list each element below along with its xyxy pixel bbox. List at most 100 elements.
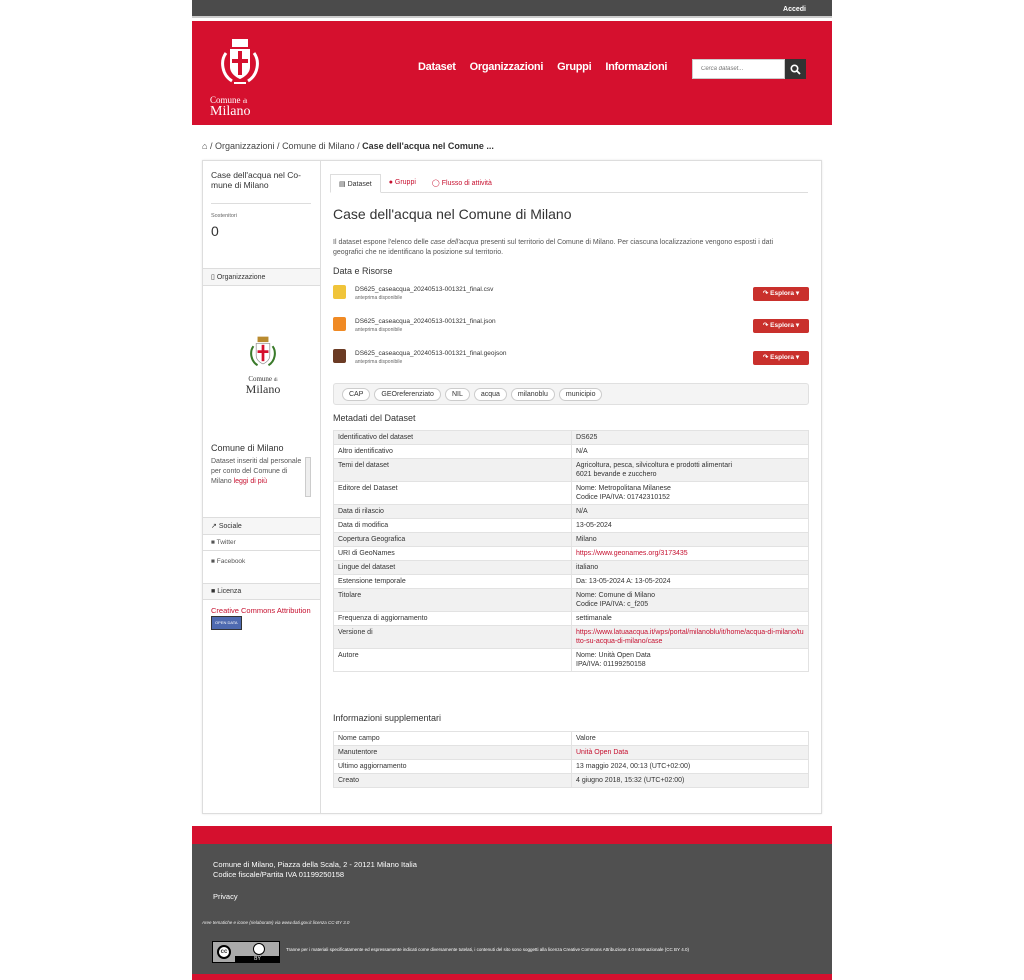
- csv-file-icon: [333, 285, 346, 299]
- nav-gruppi[interactable]: Gruppi: [557, 61, 592, 73]
- breadcrumb-sep: /: [357, 141, 360, 151]
- tab-dataset-label: Dataset: [347, 181, 372, 188]
- privacy-link[interactable]: Privacy: [213, 892, 238, 902]
- table-row: Creato 4 giugno 2018, 15:32 (UTC+02:00): [333, 773, 809, 788]
- breadcrumb-organizzazioni[interactable]: Organizzazioni: [215, 141, 275, 151]
- geonames-link[interactable]: https://www.geonames.org/3173435: [576, 550, 688, 557]
- tag[interactable]: GEOreferenziato: [374, 388, 441, 401]
- breadcrumb-current[interactable]: Case dell'acqua nel Comune ...: [362, 141, 494, 151]
- explore-button[interactable]: ↷ Esplora ▾: [753, 319, 809, 333]
- resource-item[interactable]: DS625_caseacqua_20240513-001321_final.js…: [333, 317, 809, 337]
- table-row: Estensione temporale Da: 13-05-2024 A: 13…: [333, 574, 809, 589]
- resources-title: Data e Risorse: [333, 266, 393, 276]
- organization-logo[interactable]: Comune di Milano: [233, 333, 293, 395]
- description-scrollbar[interactable]: [305, 457, 311, 497]
- meta-key: Estensione temporale: [333, 574, 572, 589]
- masthead: Comune di Milano Dataset Organizzazioni …: [192, 21, 832, 125]
- resource-name[interactable]: DS625_caseacqua_20240513-001321_final.js…: [355, 318, 496, 325]
- explore-label: Esplora: [770, 354, 795, 361]
- dataset-tabs: ▤ Dataset ● Gruppi ◯ Flusso di attività: [330, 174, 808, 193]
- search-button[interactable]: [785, 59, 806, 79]
- meta-key: Titolare: [333, 588, 572, 612]
- users-icon: ●: [388, 179, 393, 186]
- tag[interactable]: NIL: [444, 388, 470, 401]
- nav-organizzazioni[interactable]: Organizzazioni: [470, 61, 544, 73]
- sitemap-icon: ▤: [339, 181, 346, 188]
- table-row: Frequenza di aggiornamento settimanale: [333, 611, 809, 626]
- resource-item[interactable]: DS625_caseacqua_20240513-001321_final.cs…: [333, 285, 809, 305]
- social-header-label: Sociale: [218, 523, 242, 530]
- meta-value: italiano: [571, 560, 809, 575]
- resource-name[interactable]: DS625_caseacqua_20240513-001321_final.cs…: [355, 286, 493, 293]
- meta-key: Altro identificativo: [333, 444, 572, 459]
- meta-key: Data di rilascio: [333, 504, 572, 519]
- license-note: Tranne per i materiali specificatamente …: [286, 947, 689, 952]
- cc-by-badge[interactable]: cc BY: [212, 941, 280, 963]
- nav-dataset[interactable]: Dataset: [418, 61, 456, 73]
- extra-info-title: Informazioni supplementari: [333, 713, 442, 723]
- building-icon: ▯: [211, 274, 215, 281]
- meta-value: Nome: Comune di Milano Codice IPA/IVA: c_…: [571, 588, 809, 612]
- meta-value-line: Codice IPA/IVA: c_f205: [576, 601, 649, 608]
- table-row: Lingue del dataset italiano: [333, 560, 809, 575]
- license-link[interactable]: Creative Commons Attribution: [211, 606, 311, 615]
- tab-gruppi[interactable]: ● Gruppi: [381, 174, 424, 193]
- tag[interactable]: milanoblu: [510, 388, 555, 401]
- description-part1: Il dataset espone l'elenco delle: [333, 239, 431, 246]
- meta-value: N/A: [571, 444, 809, 459]
- footer: Comune di Milano, Piazza della Scala, 2 …: [192, 826, 832, 980]
- organization-description: Dataset inseriti dal personale per conto…: [211, 457, 303, 487]
- facebook-label: Facebook: [216, 558, 246, 565]
- main-nav: Dataset Organizzazioni Gruppi Informazio…: [418, 61, 667, 73]
- breadcrumb-org-name[interactable]: Comune di Milano: [282, 141, 355, 151]
- open-data-badge[interactable]: OPEN DATA: [211, 616, 242, 630]
- table-row: Copertura Geografica Milano: [333, 532, 809, 547]
- meta-value: https://www.latuaacqua.it/wps/portal/mil…: [571, 625, 809, 649]
- tab-flusso[interactable]: ◯ Flusso di attività: [424, 174, 500, 193]
- meta-key: Frequenza di aggiornamento: [333, 611, 572, 626]
- extra-value: Unità Open Data: [571, 745, 809, 760]
- explore-button[interactable]: ↷ Esplora ▾: [753, 287, 809, 301]
- coat-of-arms-icon: [250, 336, 276, 367]
- meta-value: Nome: Unità Open Data IPA/IVA: 0119925015…: [571, 648, 809, 672]
- share-icon: ↷: [762, 354, 769, 361]
- site-logo[interactable]: Comune di Milano: [210, 37, 270, 119]
- resource-name[interactable]: DS625_caseacqua_20240513-001321_final.ge…: [355, 350, 506, 357]
- resource-subtitle: anteprima disponibile: [355, 327, 403, 333]
- search-icon: [790, 63, 801, 75]
- table-row: Autore Nome: Unità Open Data IPA/IVA: 0119…: [333, 648, 809, 672]
- home-icon[interactable]: ⌂: [202, 141, 207, 151]
- meta-value: DS625: [571, 430, 809, 445]
- cc-icon: cc: [217, 945, 231, 959]
- lock-icon: ■: [211, 588, 216, 595]
- metadata-table: Identificativo del dataset DS625 Altro id…: [333, 430, 809, 672]
- resource-item[interactable]: DS625_caseacqua_20240513-001321_final.ge…: [333, 349, 809, 369]
- meta-key: Editore del Dataset: [333, 481, 572, 505]
- meta-value-line: Agricoltura, pesca, silvicoltura e prodo…: [576, 462, 733, 469]
- tag[interactable]: acqua: [473, 388, 507, 401]
- twitter-link[interactable]: ■ Twitter: [211, 539, 236, 546]
- tag[interactable]: municipio: [558, 388, 603, 401]
- nav-informazioni[interactable]: Informazioni: [605, 61, 667, 73]
- followers-label: Sostenitori: [211, 213, 237, 219]
- top-bar: Accedi: [192, 0, 832, 18]
- version-link[interactable]: https://www.latuaacqua.it/wps/portal/mil…: [576, 629, 804, 645]
- extra-key: Nome campo: [333, 731, 572, 746]
- login-link[interactable]: Accedi: [783, 6, 806, 13]
- explore-button[interactable]: ↷ Esplora ▾: [753, 351, 809, 365]
- license-header-label: Licenza: [217, 588, 242, 595]
- facebook-link[interactable]: ■ Facebook: [211, 558, 245, 565]
- explore-label: Esplora: [770, 290, 795, 297]
- meta-key: Autore: [333, 648, 572, 672]
- maintainer-link[interactable]: Unità Open Data: [576, 749, 628, 756]
- search-input[interactable]: [692, 59, 785, 79]
- meta-key: Versione di: [333, 625, 572, 649]
- twitter-icon: ■: [211, 539, 215, 546]
- meta-key: Temi del dataset: [333, 458, 572, 482]
- read-more-link[interactable]: leggi di più: [234, 478, 267, 485]
- organization-header: ▯ Organizzazione: [203, 268, 320, 286]
- meta-value-line: Nome: Metropolitana Milanese: [576, 485, 671, 492]
- tag[interactable]: CAP: [342, 388, 371, 401]
- tab-dataset[interactable]: ▤ Dataset: [330, 174, 381, 193]
- by-label: BY: [235, 956, 280, 962]
